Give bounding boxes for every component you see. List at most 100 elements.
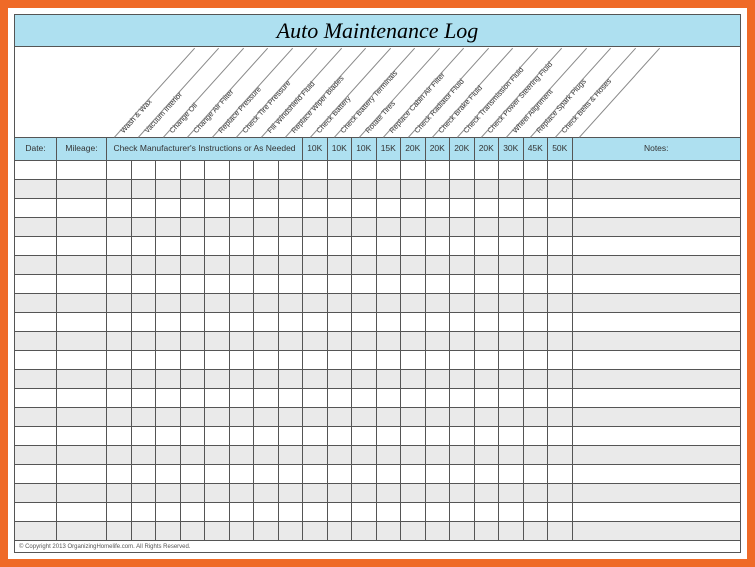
cell-task[interactable] [279,180,304,198]
cell-task[interactable] [181,199,206,217]
cell-task[interactable] [254,161,279,179]
cell-notes[interactable] [573,370,741,388]
cell-task[interactable] [303,370,328,388]
cell-task[interactable] [303,275,328,293]
cell-task[interactable] [303,218,328,236]
cell-task[interactable] [548,503,573,521]
cell-task[interactable] [524,351,549,369]
cell-task[interactable] [524,199,549,217]
cell-task[interactable] [107,332,132,350]
cell-task[interactable] [475,484,500,502]
cell-task[interactable] [401,237,426,255]
cell-task[interactable] [181,427,206,445]
cell-task[interactable] [254,351,279,369]
cell-task[interactable] [132,256,157,274]
cell-task[interactable] [132,332,157,350]
cell-task[interactable] [107,427,132,445]
cell-task[interactable] [205,389,230,407]
cell-notes[interactable] [573,408,741,426]
cell-notes[interactable] [573,180,741,198]
cell-task[interactable] [156,294,181,312]
cell-task[interactable] [303,256,328,274]
cell-task[interactable] [475,351,500,369]
cell-task[interactable] [107,275,132,293]
cell-task[interactable] [303,503,328,521]
cell-mileage[interactable] [57,218,107,236]
cell-task[interactable] [181,237,206,255]
cell-task[interactable] [352,237,377,255]
cell-task[interactable] [524,161,549,179]
cell-task[interactable] [548,180,573,198]
cell-task[interactable] [107,237,132,255]
cell-task[interactable] [401,446,426,464]
cell-task[interactable] [475,237,500,255]
cell-task[interactable] [230,161,255,179]
cell-task[interactable] [230,199,255,217]
cell-task[interactable] [230,332,255,350]
cell-task[interactable] [132,313,157,331]
cell-task[interactable] [132,446,157,464]
cell-task[interactable] [377,313,402,331]
cell-task[interactable] [181,484,206,502]
cell-task[interactable] [352,218,377,236]
cell-task[interactable] [499,237,524,255]
cell-task[interactable] [475,465,500,483]
cell-task[interactable] [499,313,524,331]
cell-task[interactable] [230,465,255,483]
cell-task[interactable] [548,199,573,217]
cell-task[interactable] [156,522,181,540]
cell-task[interactable] [475,408,500,426]
cell-task[interactable] [548,256,573,274]
cell-task[interactable] [205,522,230,540]
cell-task[interactable] [205,161,230,179]
cell-task[interactable] [132,427,157,445]
cell-task[interactable] [205,408,230,426]
cell-task[interactable] [107,389,132,407]
cell-date[interactable] [15,313,57,331]
cell-task[interactable] [279,313,304,331]
cell-task[interactable] [107,256,132,274]
cell-task[interactable] [181,465,206,483]
cell-task[interactable] [450,351,475,369]
cell-task[interactable] [230,275,255,293]
cell-mileage[interactable] [57,332,107,350]
cell-task[interactable] [450,180,475,198]
cell-task[interactable] [548,313,573,331]
cell-task[interactable] [156,408,181,426]
cell-task[interactable] [499,427,524,445]
cell-task[interactable] [426,237,451,255]
cell-task[interactable] [205,351,230,369]
cell-task[interactable] [328,199,353,217]
cell-task[interactable] [230,218,255,236]
cell-task[interactable] [499,446,524,464]
cell-task[interactable] [181,332,206,350]
cell-task[interactable] [352,199,377,217]
cell-task[interactable] [426,218,451,236]
cell-task[interactable] [230,313,255,331]
cell-task[interactable] [303,522,328,540]
cell-notes[interactable] [573,389,741,407]
cell-task[interactable] [156,446,181,464]
cell-task[interactable] [548,237,573,255]
cell-task[interactable] [132,161,157,179]
cell-task[interactable] [205,218,230,236]
cell-task[interactable] [426,503,451,521]
cell-task[interactable] [303,484,328,502]
cell-task[interactable] [377,427,402,445]
cell-task[interactable] [303,237,328,255]
cell-task[interactable] [401,313,426,331]
cell-task[interactable] [254,332,279,350]
cell-task[interactable] [230,351,255,369]
cell-task[interactable] [107,199,132,217]
cell-task[interactable] [401,370,426,388]
cell-task[interactable] [499,218,524,236]
cell-task[interactable] [475,522,500,540]
cell-task[interactable] [352,484,377,502]
cell-notes[interactable] [573,484,741,502]
cell-task[interactable] [107,503,132,521]
cell-task[interactable] [254,370,279,388]
cell-task[interactable] [279,332,304,350]
cell-task[interactable] [328,484,353,502]
cell-task[interactable] [328,332,353,350]
cell-task[interactable] [303,332,328,350]
